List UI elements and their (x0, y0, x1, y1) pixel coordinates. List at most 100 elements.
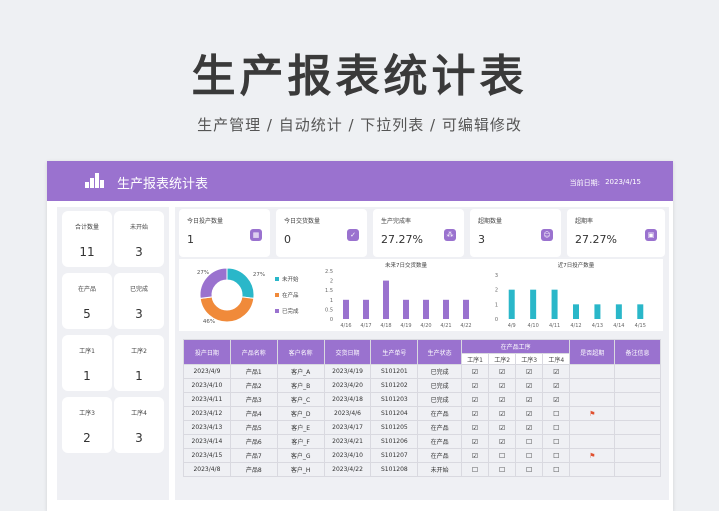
kpi-value: 11 (79, 245, 95, 259)
table-cell[interactable]: 在产品 (417, 434, 463, 449)
table-cell[interactable] (614, 420, 661, 435)
table-cell[interactable]: 未开始 (417, 462, 463, 477)
table-cell[interactable]: 2023/4/8 (183, 462, 231, 477)
process-checkbox[interactable]: ☑ (515, 406, 544, 421)
table-cell[interactable]: 2023/4/15 (183, 448, 231, 463)
process-checkbox[interactable]: ☑ (542, 378, 571, 393)
table-cell[interactable]: 2023/4/11 (183, 392, 231, 407)
process-checkbox[interactable]: ☑ (488, 378, 517, 393)
table-cell[interactable]: 2023/4/6 (323, 406, 372, 421)
table-row[interactable]: 2023/4/8 产品8 客户_H 2023/4/22 S101208 未开始 ☐ ☐ ☐ ☐ (183, 462, 661, 477)
table-cell[interactable]: S101208 (370, 462, 419, 477)
table-cell[interactable]: 2023/4/19 (323, 364, 372, 379)
process-checkbox[interactable]: ☐ (488, 462, 517, 477)
table-cell[interactable]: 已完成 (417, 364, 463, 379)
table-cell[interactable]: 已完成 (417, 392, 463, 407)
table-cell[interactable]: 在产品 (417, 420, 463, 435)
process-checkbox[interactable]: ☐ (488, 448, 517, 463)
table-cell[interactable]: 2023/4/21 (323, 434, 372, 449)
process-checkbox[interactable]: ☑ (542, 364, 571, 379)
process-checkbox[interactable]: ☑ (461, 392, 490, 407)
process-checkbox[interactable]: ☐ (515, 462, 544, 477)
table-cell[interactable]: 2023/4/20 (323, 378, 372, 393)
table-cell[interactable]: 产品6 (229, 434, 278, 449)
table-cell[interactable]: S101207 (370, 448, 419, 463)
process-checkbox[interactable]: ☑ (461, 434, 490, 449)
table-cell[interactable]: 2023/4/12 (183, 406, 231, 421)
process-checkbox[interactable]: ☑ (515, 392, 544, 407)
process-checkbox[interactable]: ☑ (461, 378, 490, 393)
table-cell[interactable] (614, 364, 661, 379)
table-cell[interactable]: 2023/4/10 (183, 378, 231, 393)
table-cell[interactable]: 产品8 (229, 462, 278, 477)
table-cell[interactable]: 客户_H (276, 462, 325, 477)
table-cell[interactable]: 2023/4/13 (183, 420, 231, 435)
table-cell[interactable] (614, 462, 661, 477)
table-row[interactable]: 2023/4/12 产品4 客户_D 2023/4/6 S101204 在产品 ☑ ☑ ☑ ☐ ⚑ (183, 406, 661, 421)
process-checkbox[interactable]: ☑ (515, 378, 544, 393)
x-tick-label: 4/16 (340, 323, 351, 329)
process-checkbox[interactable]: ☐ (542, 420, 571, 435)
table-cell[interactable]: S101202 (370, 378, 419, 393)
process-checkbox[interactable]: ☑ (515, 364, 544, 379)
table-cell[interactable]: 2023/4/17 (323, 420, 372, 435)
table-cell[interactable] (614, 378, 661, 393)
table-cell[interactable]: 产品7 (229, 448, 278, 463)
table-cell[interactable] (614, 406, 661, 421)
table-cell[interactable]: 产品2 (229, 378, 278, 393)
table-cell[interactable]: S101203 (370, 392, 419, 407)
table-cell[interactable]: 客户_G (276, 448, 325, 463)
table-row[interactable]: 2023/4/10 产品2 客户_B 2023/4/20 S101202 已完成 ☑ ☑ ☑ ☑ (183, 378, 661, 393)
table-cell[interactable]: S101205 (370, 420, 419, 435)
table-cell[interactable]: 已完成 (417, 378, 463, 393)
table-row[interactable]: 2023/4/11 产品3 客户_C 2023/4/18 S101203 已完成 ☑ ☑ ☑ ☑ (183, 392, 661, 407)
table-cell[interactable]: 2023/4/22 (323, 462, 372, 477)
process-checkbox[interactable]: ☑ (461, 406, 490, 421)
table-cell[interactable] (614, 392, 661, 407)
process-checkbox[interactable]: ☐ (542, 406, 571, 421)
table-cell[interactable]: 2023/4/18 (323, 392, 372, 407)
process-checkbox[interactable]: ☐ (542, 448, 571, 463)
table-cell[interactable]: 产品1 (229, 364, 278, 379)
table-cell[interactable]: S101206 (370, 434, 419, 449)
process-checkbox[interactable]: ☐ (461, 462, 490, 477)
date-value[interactable]: 2023/4/15 (605, 178, 641, 186)
process-checkbox[interactable]: ☑ (488, 420, 517, 435)
table-cell[interactable]: 2023/4/10 (323, 448, 372, 463)
table-cell[interactable]: 在产品 (417, 448, 463, 463)
process-checkbox[interactable]: ☑ (542, 392, 571, 407)
table-row[interactable]: 2023/4/14 产品6 客户_F 2023/4/21 S101206 在产品 ☑ ☑ ☐ ☐ (183, 434, 661, 449)
process-checkbox[interactable]: ☑ (488, 406, 517, 421)
kpi-value: 3 (135, 245, 143, 259)
process-checkbox[interactable]: ☐ (542, 462, 571, 477)
table-cell[interactable]: 客户_C (276, 392, 325, 407)
process-checkbox[interactable]: ☑ (488, 392, 517, 407)
table-cell[interactable] (614, 448, 661, 463)
table-cell[interactable]: 客户_F (276, 434, 325, 449)
process-checkbox[interactable]: ☑ (488, 434, 517, 449)
table-cell[interactable]: 客户_B (276, 378, 325, 393)
table-cell[interactable]: 产品5 (229, 420, 278, 435)
table-cell[interactable]: S101201 (370, 364, 419, 379)
table-cell[interactable]: 2023/4/14 (183, 434, 231, 449)
process-checkbox[interactable]: ☐ (515, 434, 544, 449)
table-cell[interactable] (614, 434, 661, 449)
table-row[interactable]: 2023/4/13 产品5 客户_E 2023/4/17 S101205 在产品 ☑ ☑ ☑ ☐ (183, 420, 661, 435)
process-checkbox[interactable]: ☑ (461, 420, 490, 435)
table-row[interactable]: 2023/4/15 产品7 客户_G 2023/4/10 S101207 在产品 ☑ ☐ ☐ ☐ ⚑ (183, 448, 661, 463)
table-cell[interactable]: 在产品 (417, 406, 463, 421)
table-cell[interactable]: 客户_D (276, 406, 325, 421)
table-row[interactable]: 2023/4/9 产品1 客户_A 2023/4/19 S101201 已完成 ☑ ☑ ☑ ☑ (183, 364, 661, 379)
process-checkbox[interactable]: ☑ (461, 364, 490, 379)
table-cell[interactable]: S101204 (370, 406, 419, 421)
process-checkbox[interactable]: ☑ (515, 420, 544, 435)
process-checkbox[interactable]: ☑ (461, 448, 490, 463)
process-checkbox[interactable]: ☐ (542, 434, 571, 449)
process-checkbox[interactable]: ☐ (515, 448, 544, 463)
table-cell[interactable]: 客户_E (276, 420, 325, 435)
table-cell[interactable]: 客户_A (276, 364, 325, 379)
table-cell[interactable]: 产品3 (229, 392, 278, 407)
table-cell[interactable]: 2023/4/9 (183, 364, 231, 379)
process-checkbox[interactable]: ☑ (488, 364, 517, 379)
table-cell[interactable]: 产品4 (229, 406, 278, 421)
